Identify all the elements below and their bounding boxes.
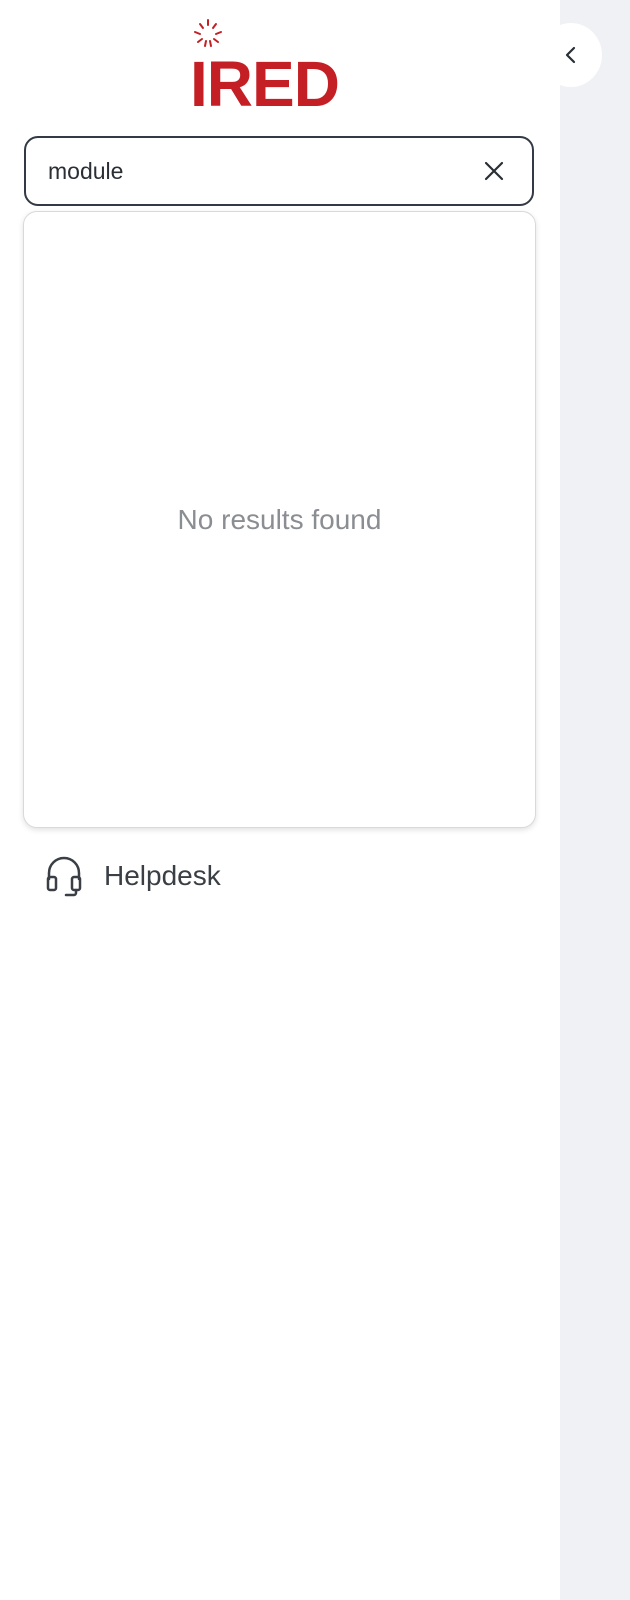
chevron-left-icon bbox=[565, 46, 576, 64]
search-input[interactable] bbox=[26, 138, 466, 204]
helpdesk-label: Helpdesk bbox=[104, 860, 221, 891]
ired-logo: IRED bbox=[190, 16, 370, 116]
search-field[interactable] bbox=[24, 136, 534, 206]
main-content-background bbox=[560, 0, 630, 1600]
nav-item-helpdesk[interactable]: Helpdesk bbox=[40, 848, 221, 904]
page: IRED No results found Helpdes bbox=[0, 0, 630, 1600]
no-results-message: No results found bbox=[177, 503, 382, 535]
sidebar: IRED No results found Helpdes bbox=[0, 0, 560, 1600]
headset-icon bbox=[40, 852, 88, 900]
close-icon bbox=[484, 161, 504, 181]
collapse-sidebar-button[interactable] bbox=[540, 23, 602, 87]
logo-text: IRED bbox=[190, 48, 340, 120]
clear-search-button[interactable] bbox=[466, 143, 522, 199]
search-results-panel: No results found bbox=[23, 211, 536, 828]
